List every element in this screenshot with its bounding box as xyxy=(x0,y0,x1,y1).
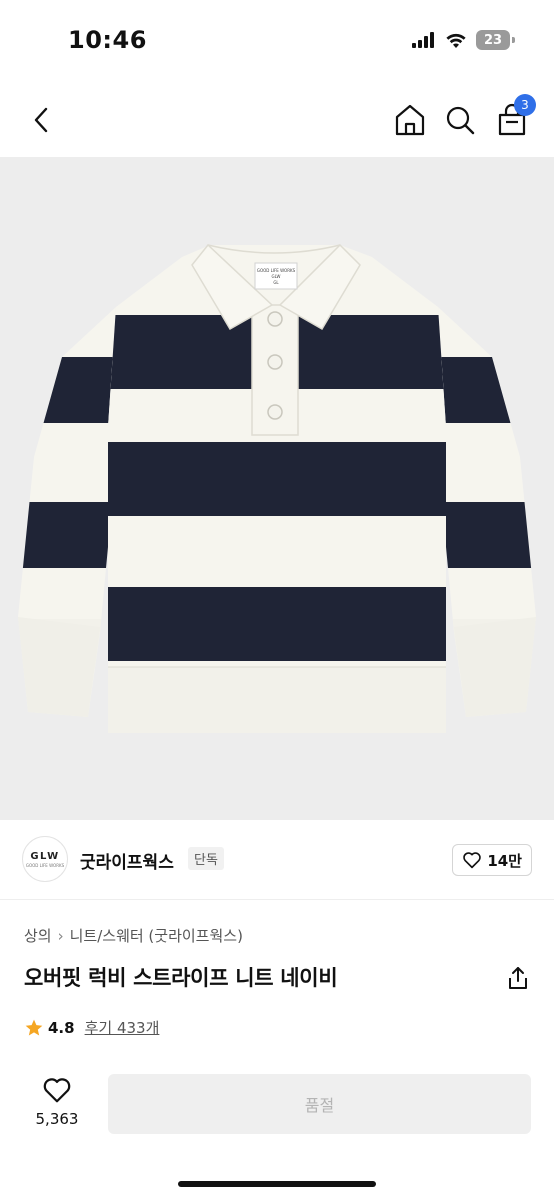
breadcrumb-item-top[interactable]: 상의 xyxy=(24,925,52,946)
battery-tip xyxy=(512,37,515,43)
status-time: 10:46 xyxy=(68,26,147,54)
breadcrumb-item-category[interactable]: 니트/스웨터 (굿라이프웍스) xyxy=(70,925,243,946)
brand-like-button[interactable]: 14만 xyxy=(452,844,532,876)
share-button[interactable] xyxy=(504,964,532,992)
neck-label-line-3: GL xyxy=(273,280,279,285)
button-top xyxy=(267,311,283,327)
left-cuff xyxy=(18,617,100,717)
status-icons: 23 xyxy=(412,30,515,50)
signal-icon xyxy=(412,32,434,48)
button-bottom xyxy=(267,404,283,420)
search-icon xyxy=(446,106,475,135)
home-button[interactable] xyxy=(392,100,428,140)
search-button[interactable] xyxy=(442,100,478,140)
wishlist-count: 5,363 xyxy=(35,1110,79,1128)
brand-like-count: 14만 xyxy=(487,851,522,870)
top-nav: 3 xyxy=(0,84,554,156)
back-chevron-icon xyxy=(34,107,48,133)
breadcrumb-chevron-icon: › xyxy=(57,926,64,945)
battery-icon: 23 xyxy=(476,30,515,50)
wishlist-button[interactable]: 5,363 xyxy=(28,1076,86,1132)
brand-logo-subtext: GOOD LIFE WORKS xyxy=(25,862,65,868)
breadcrumb: 상의 › 니트/스웨터 (굿라이프웍스) xyxy=(24,925,243,946)
home-indicator xyxy=(178,1181,376,1187)
rating-value: 4.8 xyxy=(48,1018,75,1037)
status-bar: 10:46 23 xyxy=(0,0,554,84)
product-image[interactable]: GOOD LIFE WORKS GLW GL xyxy=(0,157,554,820)
exclusive-badge: 단독 xyxy=(188,847,224,870)
home-icon xyxy=(395,104,425,136)
brand-name[interactable]: 굿라이프웍스 xyxy=(80,848,174,873)
sold-out-button[interactable]: 품절 xyxy=(108,1074,531,1134)
star-icon xyxy=(25,1019,43,1035)
brand-logo[interactable]: GLW GOOD LIFE WORKS xyxy=(22,836,68,882)
neck-label-line-2: GLW xyxy=(272,274,281,279)
button-middle xyxy=(267,354,283,370)
sweater-illustration: GOOD LIFE WORKS GLW GL xyxy=(18,243,536,733)
heart-outline-icon xyxy=(463,852,482,869)
product-title: 오버핏 럭비 스트라이프 니트 네이비 xyxy=(24,966,338,990)
neck-label-line-1: GOOD LIFE WORKS xyxy=(257,268,296,273)
right-cuff xyxy=(454,617,536,717)
sweater-hem xyxy=(108,667,446,733)
share-icon xyxy=(509,967,527,989)
cart-button[interactable]: 3 xyxy=(494,94,536,140)
cart-count-badge: 3 xyxy=(514,94,536,116)
wifi-icon xyxy=(446,33,466,48)
battery-level: 23 xyxy=(483,32,503,48)
back-button[interactable] xyxy=(24,102,60,138)
heart-outline-icon xyxy=(43,1078,71,1103)
brand-row: GLW GOOD LIFE WORKS 굿라이프웍스 단독 14만 xyxy=(0,820,554,900)
brand-logo-text: GLW xyxy=(30,850,60,862)
rating-row: 4.8 후기 433개 xyxy=(24,1017,159,1038)
reviews-link[interactable]: 후기 433개 xyxy=(85,1017,160,1038)
